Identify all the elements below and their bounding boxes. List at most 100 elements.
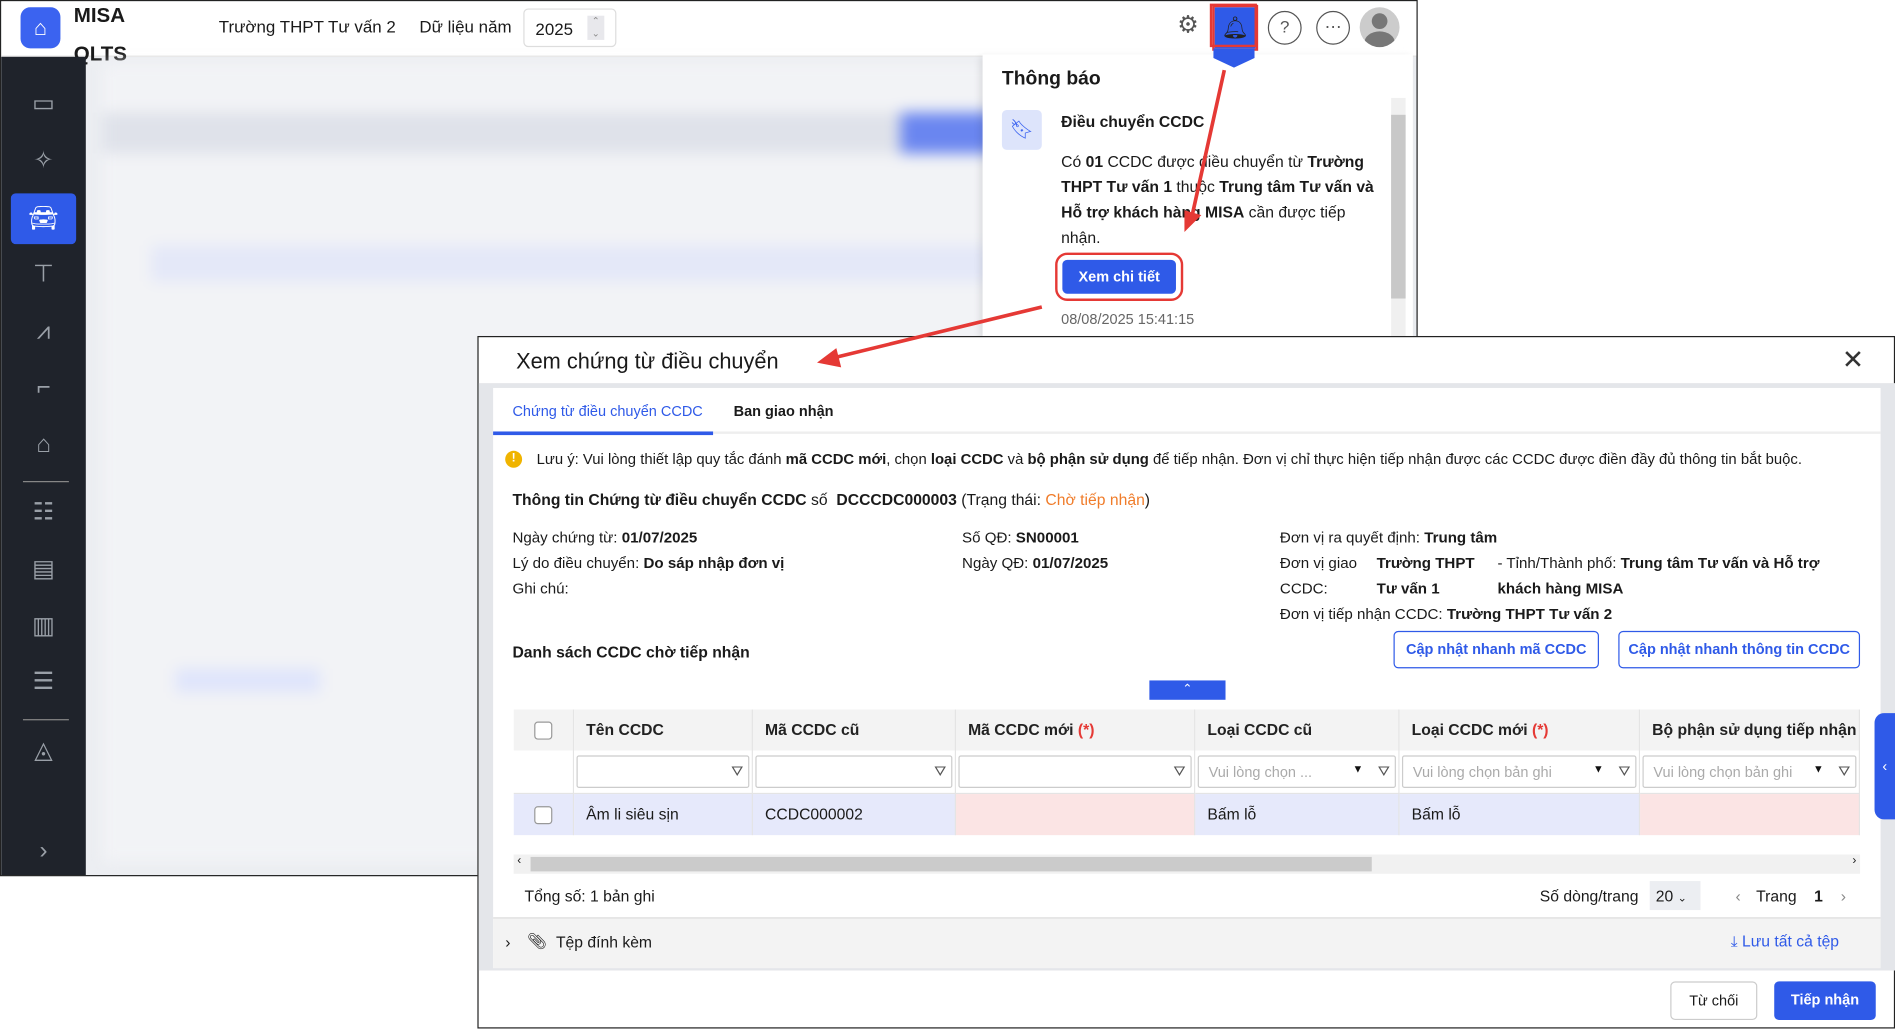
table-cell-required[interactable] [1640, 794, 1861, 836]
status-badge: Chờ tiếp nhận [1045, 490, 1145, 509]
column-header[interactable]: Mã CCDC cũ [752, 709, 957, 751]
column-header[interactable]: Loại CCDC cũ [1195, 709, 1400, 751]
table-cell[interactable]: Bấm lỗ [1195, 794, 1400, 836]
filter-icon: ⛛ [1838, 762, 1851, 780]
content-card: Chứng từ điều chuyển CCDC Ban giao nhận … [493, 387, 1881, 969]
info-col-3: Đơn vị ra quyết định: Trung tâm Đơn vị g… [1279, 529, 1820, 623]
expand-sidebar-icon[interactable]: › [11, 825, 76, 875]
document-check-icon[interactable]: ▤ [11, 544, 76, 595]
column-header[interactable]: Bộ phận sử dụng tiếp nhận (*) [1640, 709, 1861, 751]
save-all-files-link[interactable]: ⤓ Lưu tất cả tệp [1731, 932, 1839, 951]
filter-icon: ⛛ [731, 762, 744, 780]
bookmark-icon: 🔖︎ [1001, 109, 1042, 150]
quick-update-code-button[interactable]: Cập nhật nhanh mã CCDC [1393, 630, 1599, 669]
row-checkbox[interactable] [513, 794, 575, 836]
help-icon[interactable]: ? [1267, 10, 1302, 45]
sidebar: ▭ ✧ 🚘︎ ⊤ ⩘ ⌐ ⌂ ☷ ▤ ▥ ☰ ◬ › [1, 56, 86, 876]
table-cell-required[interactable] [956, 794, 1196, 836]
attachments-section: › 📎︎ Tệp đính kèm ⤓ Lưu tất cả tệp [493, 917, 1881, 969]
table-cell[interactable]: CCDC000002 [752, 794, 957, 836]
avatar[interactable] [1359, 7, 1400, 48]
unit-name[interactable]: Trường THPT Tư vấn 2 [219, 17, 396, 36]
year-spinner[interactable]: ⌃ ⌄ [587, 15, 605, 40]
filter-icon: ⛛ [1173, 762, 1186, 780]
info-col-1: Ngày chứng từ: 01/07/2025 Lý do điều chu… [512, 529, 785, 598]
ccdc-table: Tên CCDC Mã CCDC cũ Mã CCDC mới (*) Loại… [513, 709, 1861, 852]
column-header[interactable]: Loại CCDC mới (*) [1399, 709, 1641, 751]
bell-icon[interactable]: 🔔︎ [1212, 4, 1259, 51]
filter-select[interactable]: Vui lòng chọn bản ghi ▼ ⛛ [1642, 755, 1857, 789]
dropdown-icon: ▼ [1352, 762, 1364, 775]
dropdown-icon: ▼ [1812, 762, 1824, 775]
filter-cell: ⛛ [752, 750, 957, 795]
list-title: Danh sách CCDC chờ tiếp nhận [512, 642, 750, 662]
info-col-2: Số QĐ: SN00001 Ngày QĐ: 01/07/2025 [962, 529, 1109, 572]
page-size-select[interactable]: 20 ⌄ [1649, 881, 1701, 911]
clipboard-icon[interactable]: ☷ [11, 487, 76, 538]
notification-item-title: Điều chuyển CCDC [1061, 112, 1205, 131]
reject-button[interactable]: Từ chối [1670, 981, 1758, 1021]
page-label: Trang [1756, 887, 1797, 906]
paint-roller-icon[interactable]: ⊤ [11, 249, 76, 300]
filter-input[interactable]: ⛛ [958, 755, 1192, 789]
house-car-icon[interactable]: 🚘︎ [10, 193, 77, 245]
accept-button[interactable]: Tiếp nhận [1774, 981, 1876, 1021]
tab-handover-board[interactable]: Ban giao nhận [734, 402, 834, 419]
filter-spacer [513, 750, 575, 795]
notification-panel: Thông báo 🔖︎ Điều chuyển CCDC Có 01 CCDC… [982, 54, 1413, 338]
list-icon[interactable]: ☰ [11, 656, 76, 707]
side-panel-toggle[interactable]: ‹ [1874, 713, 1895, 820]
sidebar-divider [22, 719, 69, 721]
pipe-icon[interactable]: ⌐ [11, 363, 76, 414]
attachments-label[interactable]: Tệp đính kèm [556, 933, 652, 951]
notification-time: 08/08/2025 15:41:15 [1061, 310, 1195, 328]
gear-icon[interactable]: ⚙ [1171, 11, 1205, 45]
filter-cell: ⛛ [574, 750, 753, 795]
transfer-voucher-modal: Xem chứng từ điều chuyển ✕ Chứng từ điều… [477, 335, 1895, 1029]
dashboard-icon[interactable]: ▭ [11, 79, 76, 130]
filter-select[interactable]: Vui lòng chọn bản ghi ▼ ⛛ [1401, 755, 1637, 789]
filter-input[interactable]: ⛛ [755, 755, 953, 789]
notice-text: Lưu ý: Vui lòng thiết lập quy tắc đánh m… [536, 450, 1802, 468]
more-icon[interactable]: ⋯ [1316, 10, 1351, 45]
collapse-info-button[interactable]: ⌃ [1149, 680, 1226, 700]
top-header: ⌂ MISA QLTS Trường THPT Tư vấn 2 Dữ liệu… [1, 1, 1417, 65]
modal-title: Xem chứng từ điều chuyển [516, 349, 779, 374]
download-icon: ⤓ [1730, 931, 1738, 950]
view-detail-button[interactable]: Xem chi tiết [1055, 252, 1184, 301]
paperclip-icon: 📎︎ [526, 931, 547, 950]
select-all-checkbox[interactable] [513, 709, 575, 751]
app-logo-icon[interactable]: ⌂ [20, 7, 61, 49]
prev-page-icon[interactable]: ‹ [1736, 887, 1741, 905]
garage-icon[interactable]: ⌂ [11, 419, 76, 470]
column-header[interactable]: Mã CCDC mới (*) [956, 709, 1196, 751]
table-cell[interactable]: Âm li siêu sịn [574, 794, 753, 836]
filter-cell: ⛛ [956, 750, 1196, 795]
total-records: Tổng số: 1 bản ghi [524, 887, 655, 906]
notification-scrollbar[interactable] [1391, 97, 1406, 338]
year-value: 2025 [535, 19, 574, 39]
dropdown-icon: ▼ [1593, 762, 1604, 775]
warning-icon: ! [505, 450, 523, 468]
year-input[interactable]: 2025 ⌃ ⌄ [523, 8, 617, 48]
horizontal-scrollbar[interactable]: ‹ › [513, 854, 1861, 874]
tab-transfer-voucher[interactable]: Chứng từ điều chuyển CCDC [512, 402, 702, 419]
chart-icon[interactable]: ▥ [11, 601, 76, 652]
next-page-icon[interactable]: › [1841, 887, 1846, 905]
active-tab-indicator [493, 431, 714, 436]
modal-body: Chứng từ điều chuyển CCDC Ban giao nhận … [478, 383, 1895, 971]
filter-cell: Vui lòng chọn ... ▼ ⛛ [1195, 750, 1400, 795]
road-icon[interactable]: ⩘ [11, 306, 76, 357]
filter-input[interactable]: ⛛ [576, 755, 750, 789]
filter-cell: Vui lòng chọn bản ghi ▼ ⛛ [1399, 750, 1641, 795]
filter-select[interactable]: Vui lòng chọn ... ▼ ⛛ [1197, 755, 1396, 789]
close-icon[interactable]: ✕ [1842, 344, 1864, 375]
notification-body: Có 01 CCDC được điều chuyển từ Trường TH… [1061, 152, 1374, 247]
quick-update-info-button[interactable]: Cập nhật nhanh thông tin CCDC [1618, 630, 1861, 669]
table-cell[interactable]: Bấm lỗ [1399, 794, 1641, 836]
misa-icon[interactable]: ◬ [11, 725, 76, 776]
expand-chevron-icon[interactable]: › [505, 933, 510, 951]
sparkle-icon[interactable]: ✧ [11, 135, 76, 186]
column-header[interactable]: Tên CCDC [574, 709, 753, 751]
year-label: Dữ liệu năm [419, 16, 512, 37]
